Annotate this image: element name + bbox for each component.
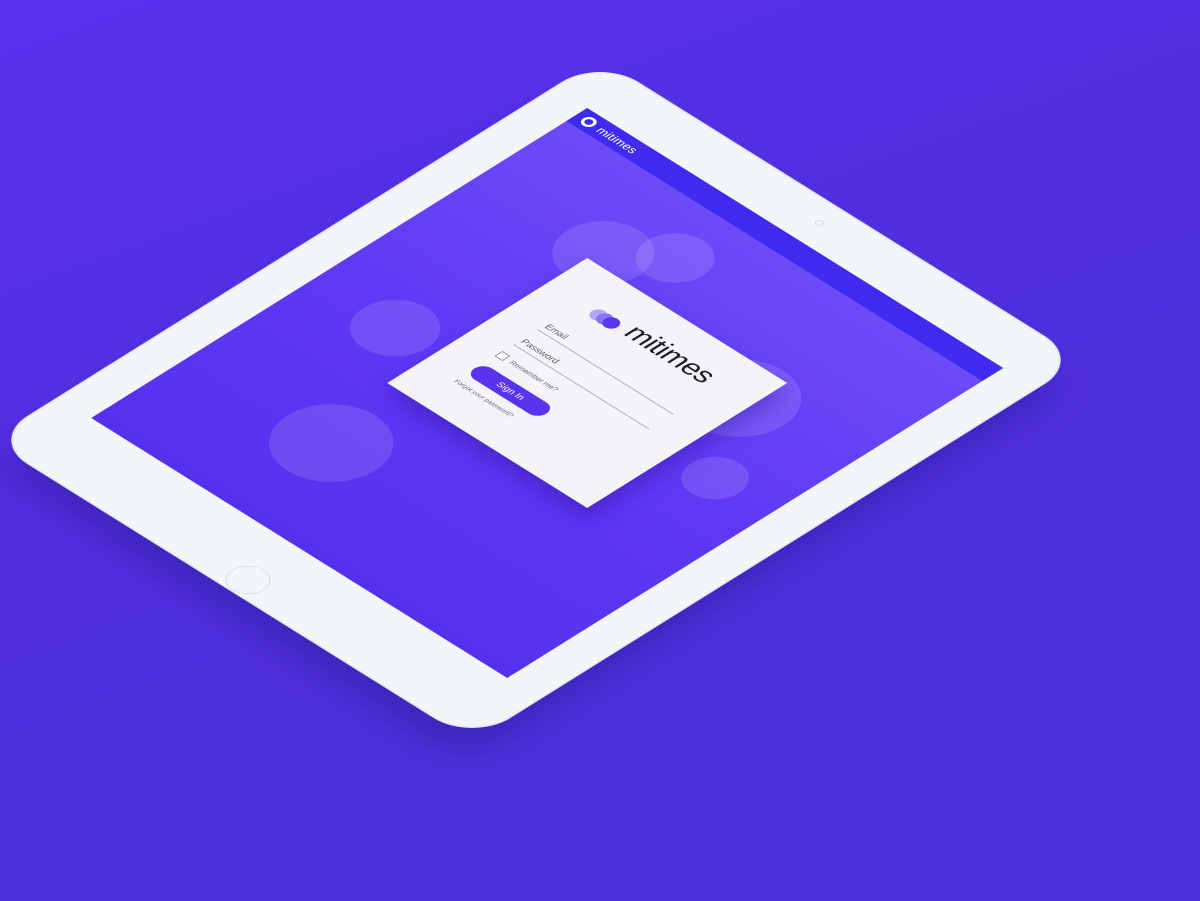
email-label: Email <box>541 323 571 342</box>
camera-icon <box>812 219 826 227</box>
background-bubble <box>243 388 420 498</box>
login-logo: mitimes <box>584 301 723 387</box>
mitimes-logo-icon[interactable] <box>577 115 600 129</box>
background-bubble <box>667 448 764 508</box>
scene: mitimes mitimes Email Password Remember … <box>0 0 1200 901</box>
topbar-title: mitimes <box>593 124 643 156</box>
tablet-device: mitimes mitimes Email Password Remember … <box>0 60 1080 740</box>
password-label: Password <box>517 338 562 366</box>
remember-checkbox[interactable] <box>494 351 511 361</box>
sign-in-button[interactable]: Sign In <box>465 363 556 419</box>
